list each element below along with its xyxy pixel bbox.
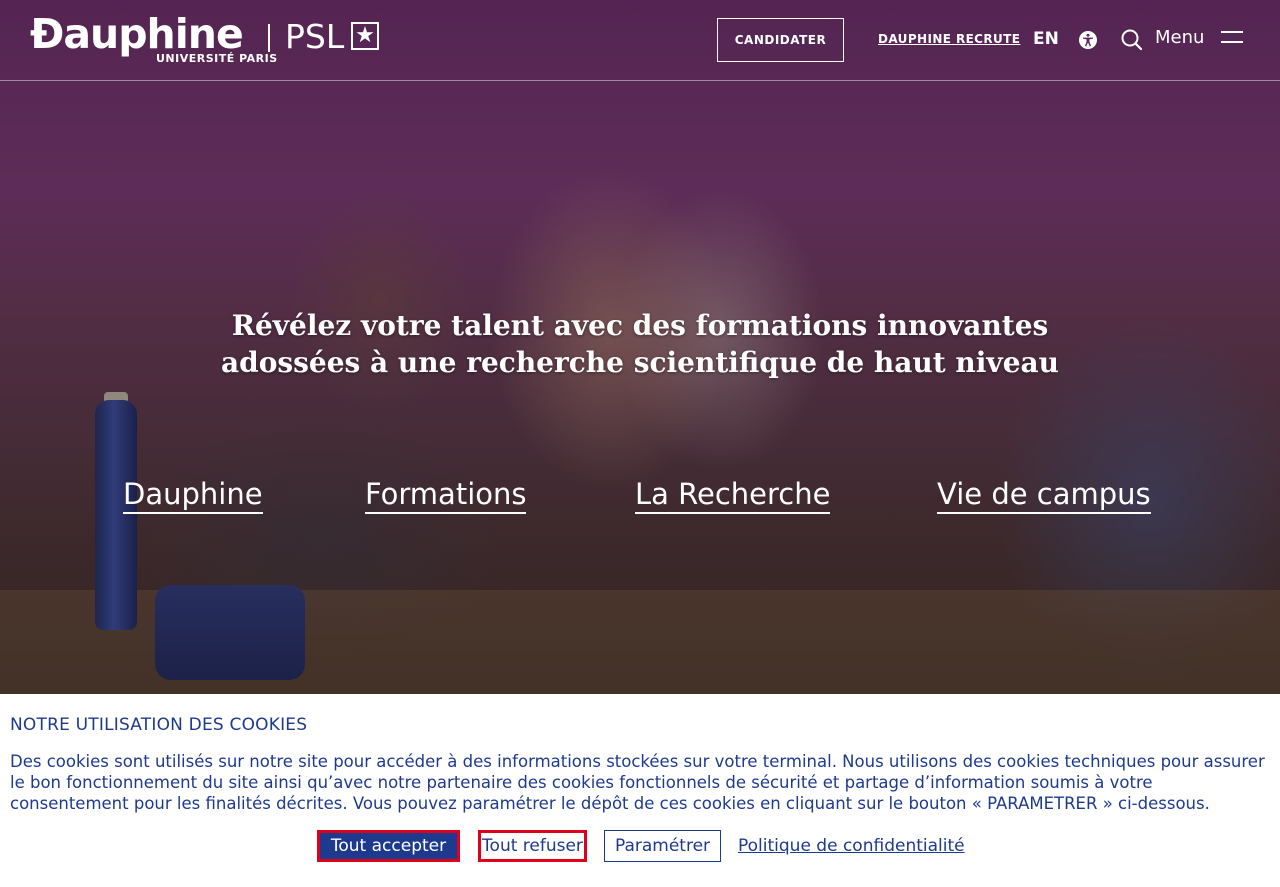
logo-wordmark: Ɖauphine xyxy=(30,10,244,58)
psl-logo-text: PSL xyxy=(285,17,345,56)
dauphine-logo[interactable]: Ɖauphine UNIVERSITÉ PARIS xyxy=(30,10,277,66)
hero-headline-line-2: adossées à une recherche scientifique de… xyxy=(220,346,1060,379)
search-icon[interactable] xyxy=(1120,28,1144,52)
nav-link-formations[interactable]: Formations xyxy=(365,476,527,514)
hero-headline-line-1: Révélez votre talent avec des formations… xyxy=(231,309,1049,342)
cookie-banner: NOTRE UTILISATION DES COOKIES Des cookie… xyxy=(0,694,1280,887)
water-bottle-cap xyxy=(104,392,128,414)
hamburger-menu-icon[interactable] xyxy=(1221,31,1243,45)
psl-star-icon: ★ xyxy=(351,22,379,50)
refuse-all-button[interactable]: Tout refuser xyxy=(478,830,587,862)
candidater-button[interactable]: CANDIDATER xyxy=(717,18,844,62)
logo-subtitle: UNIVERSITÉ PARIS xyxy=(156,52,278,65)
language-switch-en[interactable]: EN xyxy=(1033,29,1059,49)
handbag xyxy=(155,585,305,680)
hero-nav-links: Dauphine Formations La Recherche Vie de … xyxy=(0,476,1280,516)
nav-link-dauphine[interactable]: Dauphine xyxy=(123,476,263,514)
menu-label[interactable]: Menu xyxy=(1155,27,1204,48)
nav-link-la-recherche[interactable]: La Recherche xyxy=(635,476,831,514)
accept-all-button[interactable]: Tout accepter xyxy=(317,830,460,862)
hero-headline: Révélez votre talent avec des formations… xyxy=(0,307,1280,381)
dauphine-recrute-link[interactable]: DAUPHINE RECRUTE xyxy=(878,32,1020,46)
cookie-settings-button[interactable]: Paramétrer xyxy=(604,830,721,862)
privacy-policy-link[interactable]: Politique de confidentialité xyxy=(738,830,966,862)
hero-table-area xyxy=(0,590,1280,694)
logo-separator xyxy=(268,24,270,52)
site-header: Ɖauphine UNIVERSITÉ PARIS PSL ★ CANDIDAT… xyxy=(0,0,1280,81)
nav-link-vie-de-campus[interactable]: Vie de campus xyxy=(937,476,1151,514)
cookie-banner-text: Des cookies sont utilisés sur notre site… xyxy=(10,752,1265,813)
accessibility-icon[interactable] xyxy=(1079,31,1097,49)
cookie-banner-title: NOTRE UTILISATION DES COOKIES xyxy=(10,715,308,735)
